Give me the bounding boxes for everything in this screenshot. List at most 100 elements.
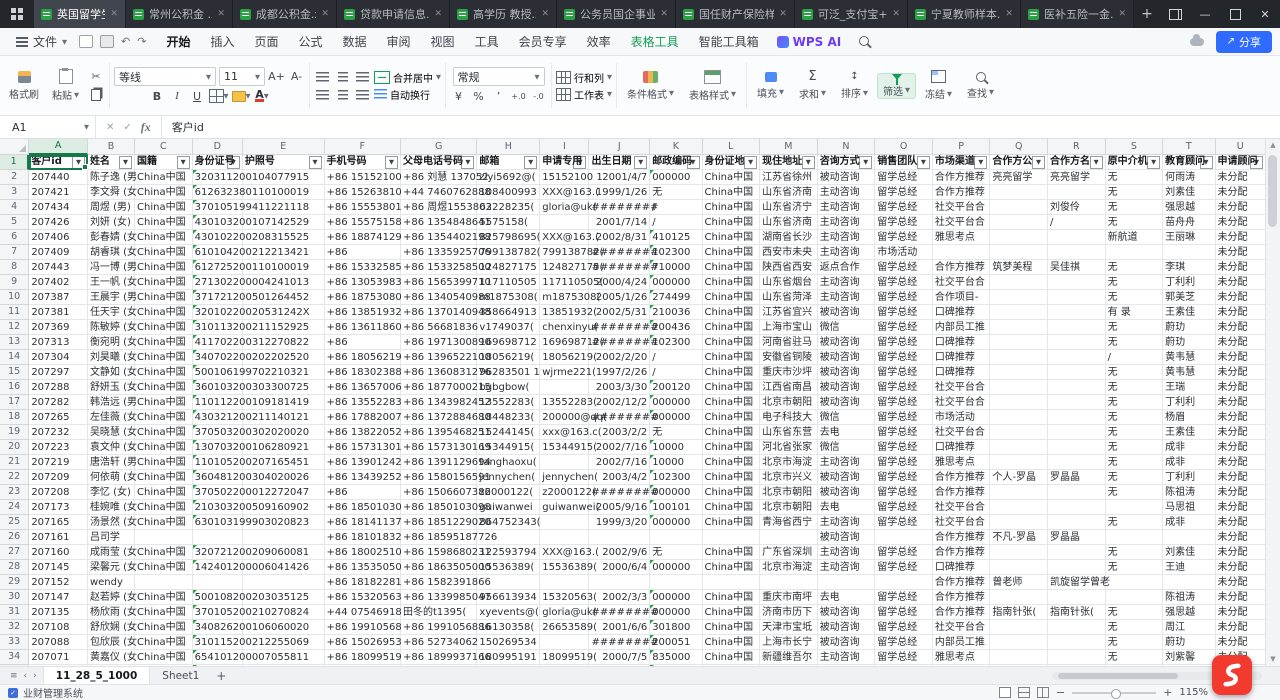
cell[interactable]: 留学总经	[875, 410, 933, 425]
cell[interactable]: jennychen(	[477, 470, 540, 485]
cell[interactable]: 被动咨询	[818, 470, 876, 485]
cell[interactable]: China中国	[135, 185, 193, 200]
cell[interactable]: 未分配	[1216, 545, 1267, 560]
header-cell[interactable]: ▼申请顾问	[1216, 155, 1267, 170]
cell[interactable]: 杨欣雨 (女	[88, 605, 135, 620]
cell[interactable]	[990, 485, 1048, 500]
cell[interactable]: 指南针张(	[1048, 605, 1106, 620]
cell[interactable]	[243, 530, 325, 545]
cell[interactable]	[243, 365, 325, 380]
cell[interactable]: +44 7460762888	[401, 185, 477, 200]
cell[interactable]: 被动咨询	[818, 305, 876, 320]
column-header-I[interactable]: I	[540, 139, 589, 155]
cell[interactable]: 留学总经	[875, 230, 933, 245]
cell[interactable]: 河北省张家	[760, 440, 818, 455]
cell[interactable]: 冯一博 (男	[88, 260, 135, 275]
cell[interactable]: 207145	[29, 560, 88, 575]
cell[interactable]: China中国	[703, 245, 761, 260]
row-header[interactable]: 24	[0, 500, 29, 515]
cell[interactable]: 2001/6/6	[589, 620, 650, 635]
cell[interactable]	[1048, 350, 1106, 365]
cell[interactable]: 青海省西宁	[760, 515, 818, 530]
cell[interactable]: 2000/6/4	[589, 560, 650, 575]
cell[interactable]: 苗舟舟	[1163, 215, 1215, 230]
rows-cols-button[interactable]: 行和列 ▼	[556, 70, 612, 85]
merge-center-button[interactable]: 合并居中 ▼	[374, 70, 441, 85]
cell[interactable]	[243, 230, 325, 245]
cell[interactable]	[1048, 500, 1106, 515]
cell[interactable]: 丁利利	[1163, 275, 1215, 290]
cell[interactable]: z2000122(	[540, 485, 589, 500]
header-cell[interactable]: ▼父母电话号码	[401, 155, 477, 170]
cell[interactable]: China中国	[703, 380, 761, 395]
cell[interactable]: 袁文仲 (女	[88, 440, 135, 455]
cell[interactable]: 社交平台合	[933, 380, 991, 395]
cell[interactable]: 2002/9/6	[589, 545, 650, 560]
cell[interactable]: 被动咨询	[818, 350, 876, 365]
cell[interactable]: +86 13053983	[325, 275, 401, 290]
cell[interactable]: +86 18874129	[325, 230, 401, 245]
cell[interactable]: 150269534	[477, 635, 540, 650]
cell[interactable]: 新航道	[1106, 230, 1164, 245]
cell[interactable]: China中国	[135, 335, 193, 350]
cell[interactable]: 合作方推荐	[933, 470, 991, 485]
cell[interactable]: 被动咨询	[818, 365, 876, 380]
sum-button[interactable]: Σ 求和▼	[793, 70, 832, 102]
cell[interactable]	[990, 665, 1048, 666]
cell[interactable]	[1048, 560, 1106, 575]
cell[interactable]: 主动咨询	[818, 215, 876, 230]
cell[interactable]: 周煜 (男)	[88, 200, 135, 215]
filter-button[interactable]: ▼	[1147, 156, 1160, 169]
cell[interactable]: +86 17882007	[325, 410, 401, 425]
cell[interactable]: 欧文	[1048, 665, 1106, 666]
column-header-E[interactable]: E	[243, 139, 325, 155]
cell[interactable]: 未分配	[1216, 260, 1267, 275]
cell[interactable]: 825798695(	[477, 230, 540, 245]
cell[interactable]: 无	[1106, 200, 1164, 215]
cell[interactable]: China中国	[135, 305, 193, 320]
wps-ai-menu[interactable]: WPS AI	[769, 35, 850, 49]
cell[interactable]: 个人-罗晶	[990, 470, 1048, 485]
scroll-down-icon[interactable]: ▼	[1266, 653, 1280, 666]
cell[interactable]: China中国	[703, 395, 761, 410]
cell[interactable]: 舒欣娴 (女	[88, 620, 135, 635]
cell[interactable]: China中国	[135, 350, 193, 365]
column-header-K[interactable]: K	[650, 139, 702, 155]
cell[interactable]: 何雨涛	[1163, 170, 1215, 185]
cell[interactable]: 207152	[29, 575, 88, 590]
cell[interactable]	[990, 545, 1048, 560]
cell[interactable]: 留学总经	[875, 275, 933, 290]
cell[interactable]: 271302200004241013	[193, 275, 243, 290]
cell[interactable]: China中国	[135, 500, 193, 515]
cell[interactable]: /	[1106, 350, 1164, 365]
cell[interactable]: 2002/7/16	[589, 440, 650, 455]
home-button[interactable]	[0, 0, 34, 28]
cloud-sync-icon[interactable]	[1190, 38, 1204, 46]
cell[interactable]: 2001/7/14	[589, 215, 650, 230]
cell[interactable]: 430102200208315525	[193, 230, 243, 245]
cell[interactable]: 未分配	[1216, 335, 1267, 350]
cell[interactable]: 122593794	[477, 545, 540, 560]
cell[interactable]: +86 15319918	[325, 665, 401, 666]
cell[interactable]: hrq153199(	[540, 665, 589, 666]
decrease-font-button[interactable]: A-	[288, 69, 305, 85]
cell[interactable]: +86 1877000215	[401, 380, 477, 395]
cell[interactable]: China中国	[135, 410, 193, 425]
cell[interactable]: 留学总经	[875, 185, 933, 200]
cell[interactable]	[1048, 485, 1106, 500]
cell[interactable]: 13552283(	[540, 395, 589, 410]
cell[interactable]	[243, 665, 325, 666]
cell[interactable]	[243, 170, 325, 185]
cell[interactable]: 留学总经	[875, 305, 933, 320]
cell[interactable]: 无	[1106, 620, 1164, 635]
cell[interactable]: 江西省南昌	[760, 380, 818, 395]
cell[interactable]: 799138782(	[540, 245, 589, 260]
cell[interactable]: +86 1395468251	[401, 425, 477, 440]
cell[interactable]: 未分配	[1216, 410, 1267, 425]
cell[interactable]: 未分配	[1216, 215, 1267, 230]
cell[interactable]: 吴佳祺	[1048, 260, 1106, 275]
cell[interactable]	[990, 425, 1048, 440]
cell[interactable]: 124827175(	[540, 260, 589, 275]
cell[interactable]: 被动咨询	[818, 530, 876, 545]
cell[interactable]: 18056219(	[477, 350, 540, 365]
